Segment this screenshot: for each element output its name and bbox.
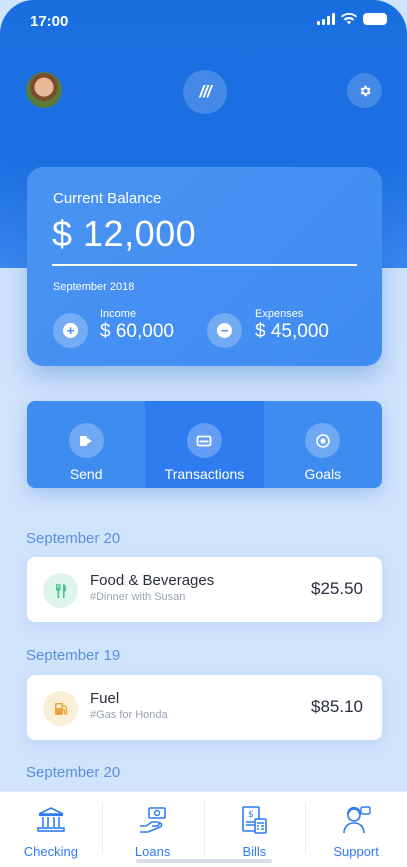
- bottom-tab-bar: Checking Loans $ Bills Support: [0, 791, 407, 867]
- gear-icon: [360, 85, 371, 96]
- avatar[interactable]: [26, 72, 62, 108]
- settings-button[interactable]: [347, 73, 382, 108]
- support-agent-icon: [343, 806, 371, 834]
- fork-knife-icon: [43, 573, 78, 608]
- tab-loans-label: Loans: [134, 844, 171, 859]
- tab-checking-label: Checking: [23, 844, 78, 859]
- section-date: September 19: [26, 647, 121, 664]
- battery-icon: [363, 13, 387, 25]
- goals-button[interactable]: Goals: [263, 401, 382, 488]
- svg-text:$: $: [248, 810, 254, 820]
- quick-actions: Send Transactions Goals: [27, 401, 382, 488]
- send-icon: [68, 423, 104, 458]
- goals-label: Goals: [304, 466, 342, 482]
- transaction-amount: $85.10: [311, 697, 363, 716]
- app-logo: ///: [183, 70, 227, 114]
- balance-period: September 2018: [53, 281, 135, 293]
- section-date: September 20: [26, 530, 121, 547]
- send-label: Send: [69, 466, 103, 482]
- home-indicator[interactable]: [136, 859, 272, 863]
- logo-text: ///: [199, 82, 211, 101]
- income-label: Income: [100, 308, 137, 320]
- signal-icon: [317, 13, 335, 25]
- tab-bills[interactable]: $ Bills: [203, 792, 306, 867]
- tab-bills-label: Bills: [242, 844, 267, 859]
- status-time: 17:00: [30, 13, 69, 30]
- send-button[interactable]: Send: [27, 401, 146, 488]
- transaction-amount: $25.50: [311, 579, 363, 598]
- transaction-item[interactable]: Food & Beverages #Dinner with Susan $25.…: [27, 557, 382, 622]
- tab-support-label: Support: [333, 844, 379, 859]
- tab-loans[interactable]: Loans: [101, 792, 204, 867]
- expenses-value: $ 45,000: [255, 321, 329, 342]
- transaction-item[interactable]: Fuel #Gas for Honda $85.10: [27, 675, 382, 740]
- status-bar: 17:00: [0, 0, 407, 44]
- transaction-note: #Dinner with Susan: [90, 591, 186, 603]
- balance-amount: $ 12,000: [52, 213, 197, 254]
- fuel-icon: [43, 691, 78, 726]
- balance-label: Current Balance: [53, 190, 162, 207]
- target-icon: [305, 423, 341, 458]
- tab-support[interactable]: Support: [305, 792, 407, 867]
- expenses-icon: −: [207, 313, 242, 348]
- transactions-button[interactable]: Transactions: [145, 401, 264, 488]
- wifi-icon: [341, 13, 357, 25]
- status-icons: [317, 13, 387, 25]
- transaction-title: Food & Beverages: [90, 572, 215, 589]
- income-value: $ 60,000: [100, 321, 174, 342]
- section-date: September 20: [26, 764, 121, 781]
- income-icon: +: [53, 313, 88, 348]
- transaction-title: Fuel: [90, 690, 120, 707]
- balance-card: Current Balance $ 12,000 September 2018 …: [27, 167, 382, 366]
- tab-checking[interactable]: Checking: [0, 792, 102, 867]
- transaction-note: #Gas for Honda: [90, 709, 168, 721]
- expenses-label: Expenses: [255, 308, 304, 320]
- bill-icon: $: [242, 806, 268, 834]
- card-icon: [186, 423, 222, 458]
- money-hand-icon: [139, 807, 166, 833]
- bank-icon: [37, 807, 65, 832]
- transactions-label: Transactions: [164, 466, 245, 482]
- divider: [52, 264, 357, 266]
